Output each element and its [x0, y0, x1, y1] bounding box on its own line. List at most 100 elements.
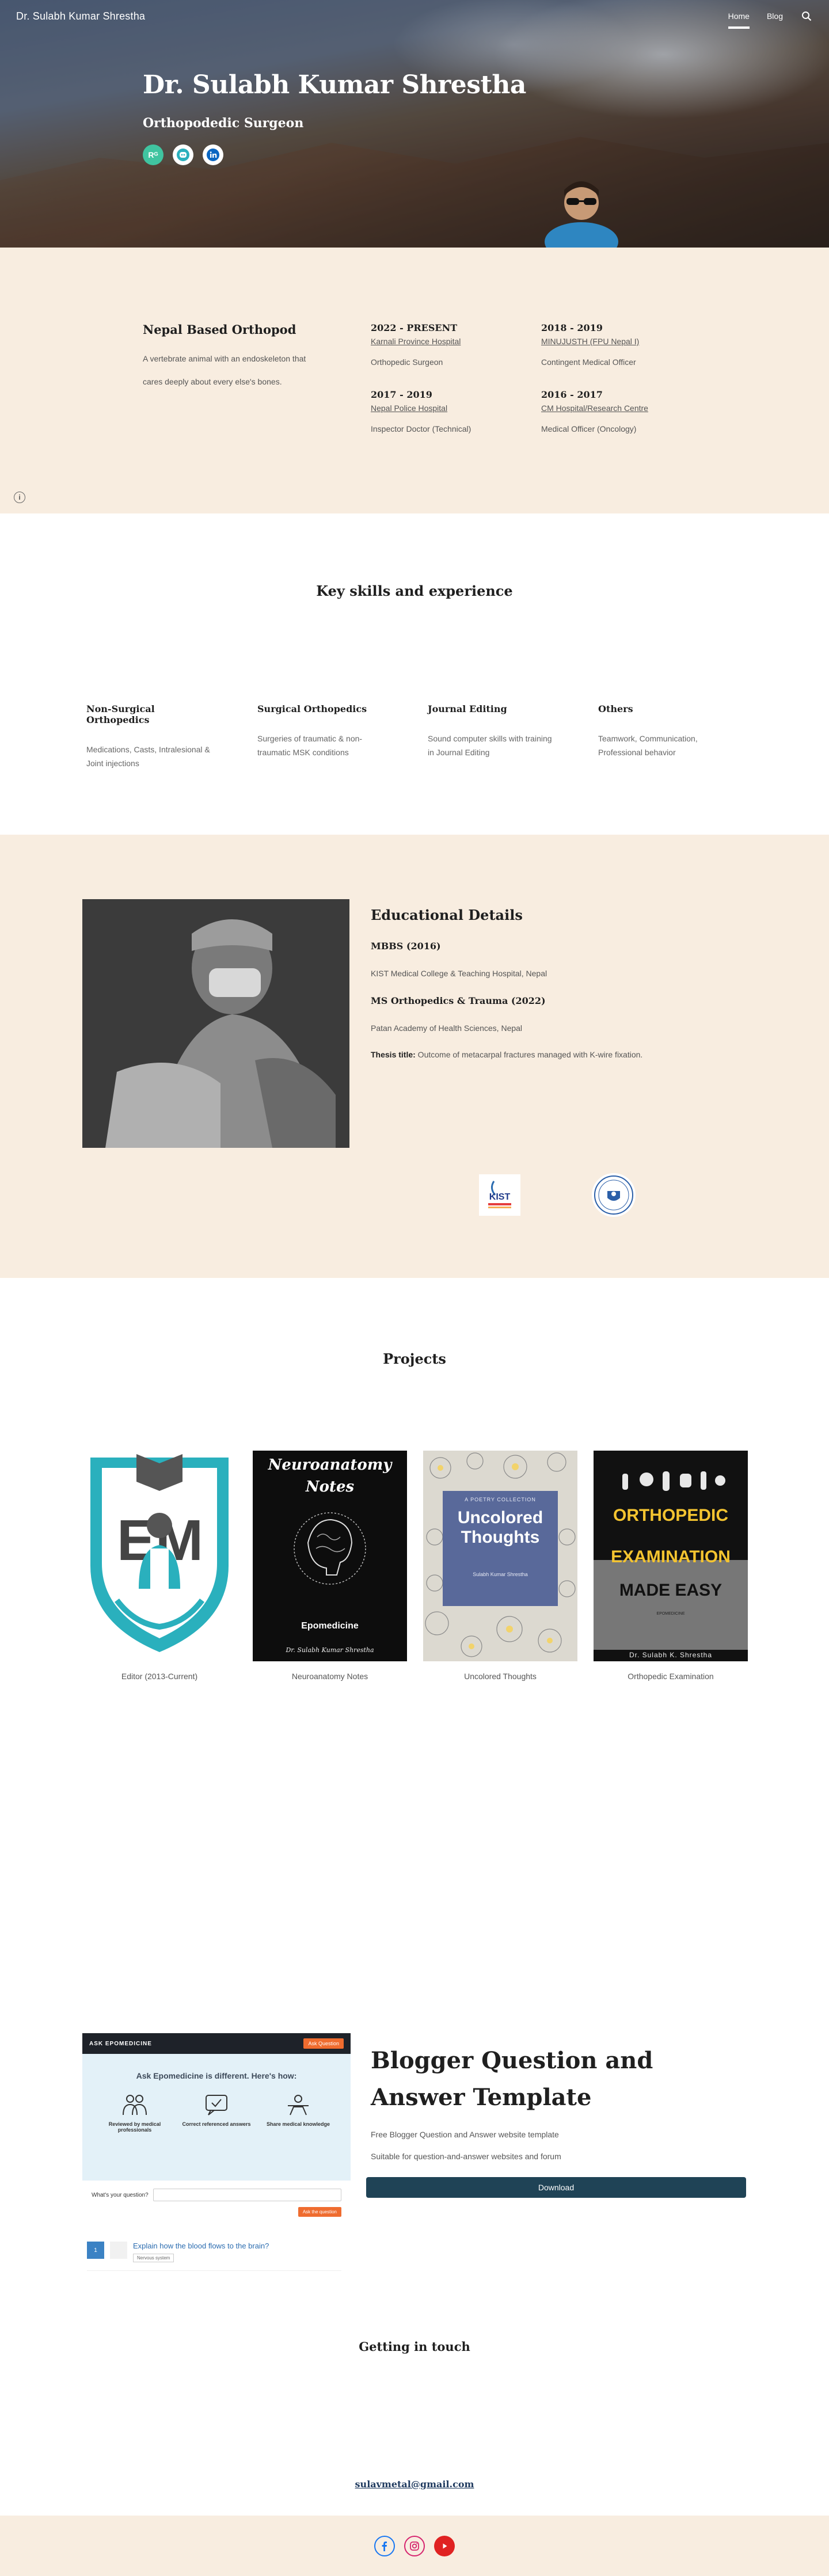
skill-title: Others — [598, 703, 633, 714]
cover-kicker: A POETRY COLLECTION — [465, 1497, 536, 1502]
cover-subtitle: EPOMEDICINE — [656, 1612, 685, 1616]
job-place-link[interactable]: Karnali Province Hospital — [371, 337, 520, 346]
cover-title-line-3: MADE EASY — [619, 1581, 722, 1600]
skill-title: Surgical Orthopedics — [257, 703, 367, 714]
orthopedic-examination-cover[interactable]: ORTHOPEDIC EXAMINATION MADE EASY EPOMEDI… — [594, 1451, 748, 1661]
cover-title: Neuroanatomy Notes — [268, 1456, 392, 1496]
mock-feature: Share medical knowledge — [264, 2093, 333, 2133]
mock-question-label: What's your question? — [92, 2191, 149, 2198]
job-entry: 2018 - 2019 MINUJUSTH (FPU Nepal I) Cont… — [541, 322, 691, 367]
mock-heading: Ask Epomedicine is different. Here's how… — [136, 2071, 297, 2080]
job-period: 2016 - 2017 — [541, 389, 603, 400]
project-caption: Orthopedic Examination — [628, 1672, 714, 1681]
degree-mbbs: MBBS (2016) — [371, 941, 441, 952]
nav-item-blog[interactable]: Blog — [767, 7, 783, 25]
skill-card: Non-Surgical Orthopedics Medications, Ca… — [86, 703, 219, 770]
mock-question-title: Explain how the blood flows to the brain… — [133, 2242, 269, 2250]
hero-role: Orthopodedic Surgeon — [143, 116, 304, 131]
share-knowledge-icon — [288, 2095, 309, 2115]
job-period: 2017 - 2019 — [371, 389, 432, 400]
projects-section: Projects EM Editor (2013-Current) Neuroa… — [0, 1278, 829, 1995]
thesis-label: Thesis title: — [371, 1050, 416, 1059]
mock-question-tag: Nervous system — [133, 2254, 174, 2262]
skill-card: Others Teamwork, Communication, Professi… — [598, 703, 731, 759]
qa-template-title: Blogger Question and Answer Template — [371, 2047, 653, 2111]
mock-brand: ASK EPOMEDICINE — [89, 2040, 152, 2047]
job-role: Orthopedic Surgeon — [371, 357, 443, 367]
project-caption: Neuroanatomy Notes — [291, 1672, 368, 1681]
job-place-link[interactable]: CM Hospital/Research Centre — [541, 404, 691, 413]
job-role: Inspector Doctor (Technical) — [371, 424, 471, 433]
uncolored-thoughts-cover[interactable]: A POETRY COLLECTION Uncolored Thoughts S… — [423, 1451, 577, 1661]
mock-header: ASK EPOMEDICINE Ask Question — [82, 2033, 351, 2054]
qa-template-line-2: Suitable for question-and-answer website… — [371, 2152, 561, 2161]
about-text: A vertebrate animal with an endoskeleton… — [143, 354, 306, 386]
top-navigation: Dr. Sulabh Kumar Shrestha Home Blog — [0, 0, 829, 32]
hero-banner: Dr. Sulabh Kumar Shrestha Home Blog Dr. … — [0, 0, 829, 248]
cover-author: Dr. Sulabh Kumar Shrestha — [286, 1646, 374, 1654]
project-card[interactable]: A POETRY COLLECTION Uncolored Thoughts S… — [423, 1451, 577, 1681]
researchgate-icon[interactable]: Rᴳ — [143, 144, 163, 165]
skill-desc: Teamwork, Communication, Professional be… — [598, 734, 698, 757]
project-card[interactable]: EM Editor (2013-Current) — [82, 1451, 237, 1681]
mock-submit-row: Ask the question — [82, 2201, 351, 2217]
job-period: 2018 - 2019 — [541, 322, 603, 333]
mock-features: Reviewed by medical professionals Correc… — [94, 2093, 339, 2133]
mock-feature: Reviewed by medical professionals — [100, 2093, 169, 2133]
facebook-icon[interactable] — [374, 2535, 395, 2556]
hero-social-links: Rᴳ — [143, 144, 526, 165]
thesis-line: Thesis title: Outcome of metacarpal frac… — [371, 1048, 670, 1061]
mock-hero: Ask Epomedicine is different. Here's how… — [82, 2054, 351, 2181]
job-role: Contingent Medical Officer — [541, 357, 636, 367]
footer — [0, 2516, 829, 2576]
kist-logo-text: KIST — [489, 1192, 511, 1202]
epomedicine-logo[interactable]: EM — [82, 1451, 237, 1661]
cover-author: Sulabh Kumar Shrestha — [473, 1572, 528, 1577]
cover-title-line-2: EXAMINATION — [611, 1547, 731, 1566]
search-icon[interactable] — [800, 10, 813, 22]
mock-question-body: Explain how the blood flows to the brain… — [133, 2242, 269, 2262]
education-title: Educational Details — [371, 907, 523, 923]
degree-ms: MS Orthopedics & Trauma (2022) — [371, 995, 546, 1006]
qa-template-info: Blogger Question and Answer Template Fre… — [366, 2042, 748, 2198]
cover-title-line-1: ORTHOPEDIC — [613, 1506, 728, 1525]
job-entry: 2022 - PRESENT Karnali Province Hospital… — [371, 322, 520, 367]
education-section: Educational Details MBBS (2016) KIST Med… — [0, 835, 829, 1278]
project-card[interactable]: Neuroanatomy Notes Epomedicine Dr. Sulab… — [253, 1451, 407, 1681]
qa-template-screenshot[interactable]: ASK EPOMEDICINE Ask Question Ask Epomedi… — [82, 2033, 351, 2311]
projects-title: Projects — [383, 1350, 446, 1367]
qa-template-line-1: Free Blogger Question and Answer website… — [371, 2130, 559, 2139]
mock-question-input — [153, 2189, 341, 2201]
discord-icon[interactable] — [173, 144, 193, 165]
cover-subtitle: Epomedicine — [301, 1621, 359, 1631]
skill-card: Journal Editing Sound computer skills wi… — [428, 703, 560, 759]
nav-item-home[interactable]: Home — [728, 7, 750, 29]
contact-title: Getting in touch — [359, 2339, 470, 2354]
mock-vote-count: 1 — [87, 2242, 104, 2259]
instagram-icon[interactable] — [404, 2535, 425, 2556]
mock-feature-label: Share medical knowledge — [266, 2121, 330, 2127]
site-title[interactable]: Dr. Sulabh Kumar Shrestha — [16, 10, 145, 22]
neuroanatomy-cover[interactable]: Neuroanatomy Notes Epomedicine Dr. Sulab… — [253, 1451, 407, 1661]
paahs-logo — [592, 1173, 636, 1217]
doctors-icon — [123, 2095, 147, 2115]
linkedin-icon[interactable] — [203, 144, 223, 165]
project-card[interactable]: ORTHOPEDIC EXAMINATION MADE EASY EPOMEDI… — [594, 1451, 748, 1681]
info-icon[interactable]: i — [14, 492, 25, 503]
skill-desc: Surgeries of traumatic & non-traumatic M… — [257, 734, 363, 757]
skill-title: Journal Editing — [428, 703, 507, 714]
project-caption: Uncolored Thoughts — [464, 1672, 537, 1681]
hero-name: Dr. Sulabh Kumar Shrestha — [143, 70, 526, 100]
checked-message-icon — [206, 2095, 227, 2115]
institution-paahs: Patan Academy of Health Sciences, Nepal — [371, 1023, 523, 1033]
mock-question-row: What's your question? — [82, 2181, 351, 2201]
download-button[interactable]: Download — [366, 2177, 746, 2198]
mock-question-item: 1 Explain how the blood flows to the bra… — [87, 2242, 341, 2271]
youtube-icon[interactable] — [434, 2535, 455, 2556]
skill-desc: Medications, Casts, Intralesional & Join… — [86, 745, 210, 768]
job-place-link[interactable]: Nepal Police Hospital — [371, 404, 520, 413]
nav-menu: Home Blog — [728, 7, 813, 29]
researchgate-icon-text: Rᴳ — [148, 150, 158, 159]
job-place-link[interactable]: MINUJUSTH (FPU Nepal I) — [541, 337, 691, 346]
email-link[interactable]: sulavmetal@gmail.com — [0, 2479, 829, 2490]
